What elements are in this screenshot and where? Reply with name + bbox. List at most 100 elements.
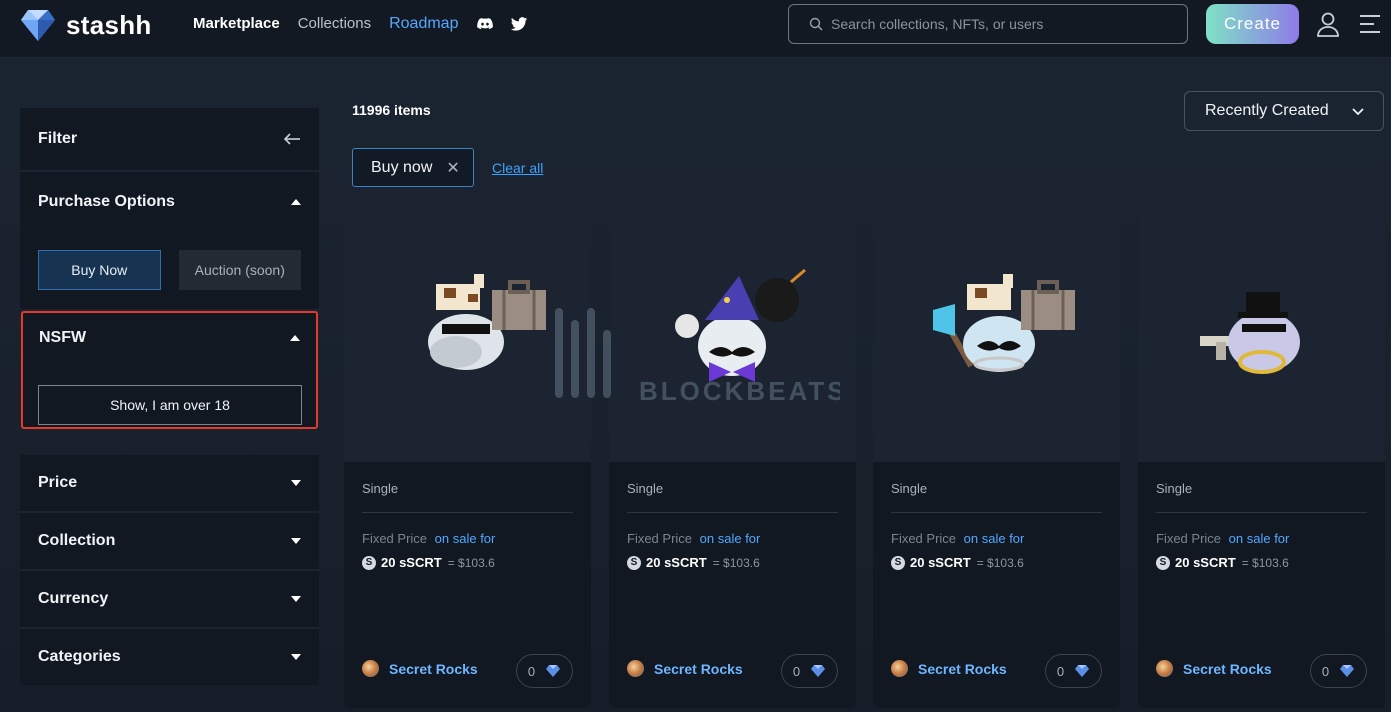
collection-link[interactable]: Secret Rocks — [627, 660, 743, 677]
nft-image[interactable] — [1138, 214, 1385, 462]
collection-avatar — [891, 660, 908, 677]
currency-toggle[interactable]: Currency — [20, 571, 319, 627]
price-toggle[interactable]: Price — [20, 455, 319, 511]
price-amount: 20 sSCRT — [1175, 555, 1236, 570]
price-usd: = $103.6 — [976, 555, 1024, 570]
price-amount: 20 sSCRT — [910, 555, 971, 570]
categories-section: Categories — [20, 629, 319, 685]
twitter-icon[interactable] — [510, 15, 528, 33]
diamond-like-icon — [1075, 665, 1090, 677]
currency-section: Currency — [20, 571, 319, 629]
nft-card[interactable]: Single Fixed Price on sale for S 20 sSCR… — [1138, 214, 1385, 708]
sort-dropdown[interactable]: Recently Created — [1184, 91, 1384, 131]
nft-card-body: Single Fixed Price on sale for S 20 sSCR… — [1156, 462, 1367, 570]
nft-card[interactable]: Single Fixed Price on sale for S 20 sSCR… — [609, 214, 856, 708]
logo[interactable]: stashh — [20, 8, 152, 42]
scrt-coin-icon: S — [891, 555, 905, 570]
collection-section: Collection — [20, 513, 319, 571]
collection-title: Collection — [38, 532, 116, 549]
price-line: Fixed Price on sale for — [627, 531, 838, 546]
purchase-options-body: Buy Now Auction (soon) — [20, 232, 319, 309]
categories-title: Categories — [38, 648, 121, 665]
show-nsfw-button[interactable]: Show, I am over 18 — [38, 385, 302, 425]
auction-option-button[interactable]: Auction (soon) — [178, 250, 301, 290]
price-line: Fixed Price on sale for — [1156, 531, 1367, 546]
sale-text: on sale for — [1228, 531, 1290, 546]
filter-sidebar: Filter Purchase Options Buy Now Auction … — [20, 108, 319, 685]
logo-text: stashh — [66, 9, 152, 40]
arrow-left-icon[interactable] — [283, 132, 301, 146]
scrt-coin-icon: S — [362, 555, 376, 570]
collection-toggle[interactable]: Collection — [20, 513, 319, 569]
collection-name: Secret Rocks — [389, 660, 478, 677]
sale-text: on sale for — [699, 531, 761, 546]
collection-avatar — [627, 660, 644, 677]
search-icon — [809, 17, 823, 31]
nft-image[interactable] — [344, 214, 591, 462]
price-amount: 20 sSCRT — [646, 555, 707, 570]
edition-label: Single — [1156, 481, 1193, 496]
nft-card[interactable]: Single Fixed Price on sale for S 20 sSCR… — [873, 214, 1120, 708]
like-button[interactable]: 0 — [516, 654, 573, 688]
like-button[interactable]: 0 — [1045, 654, 1102, 688]
items-count: 11996 items — [352, 102, 431, 118]
nft-image[interactable] — [873, 214, 1120, 462]
nav-roadmap[interactable]: Roadmap — [389, 15, 458, 33]
nsfw-title: NSFW — [39, 329, 87, 346]
close-icon[interactable]: ✕ — [446, 158, 459, 178]
divider — [1156, 512, 1367, 513]
collection-link[interactable]: Secret Rocks — [1156, 660, 1272, 677]
search-bar[interactable] — [788, 4, 1188, 44]
active-filter-chip: Buy now ✕ — [352, 148, 474, 187]
purchase-options-title: Purchase Options — [38, 193, 175, 210]
nav-marketplace[interactable]: Marketplace — [193, 15, 280, 33]
filter-header-row: Filter — [20, 108, 319, 170]
nsfw-toggle[interactable]: NSFW — [23, 313, 316, 359]
nav-collections[interactable]: Collections — [298, 15, 371, 33]
like-count: 0 — [792, 663, 801, 679]
scrt-coin-icon: S — [627, 555, 641, 570]
caret-down-icon — [291, 654, 301, 660]
diamond-logo-icon — [21, 10, 55, 41]
create-button[interactable]: Create — [1206, 4, 1299, 44]
collection-link[interactable]: Secret Rocks — [362, 660, 478, 677]
discord-icon[interactable] — [476, 15, 494, 33]
sale-text: on sale for — [963, 531, 1025, 546]
purchase-options-toggle[interactable]: Purchase Options — [20, 172, 319, 232]
price-type: Fixed Price — [1156, 531, 1222, 546]
edition-label: Single — [891, 481, 928, 496]
price-amount-row: S 20 sSCRT = $103.6 — [627, 555, 838, 570]
currency-title: Currency — [38, 590, 109, 607]
user-icon[interactable] — [1316, 11, 1340, 37]
price-line: Fixed Price on sale for — [891, 531, 1102, 546]
menu-icon[interactable] — [1358, 13, 1382, 35]
price-section: Price — [20, 455, 319, 513]
purchase-options-section: Purchase Options Buy Now Auction (soon) — [20, 172, 319, 309]
nft-card[interactable]: Single Fixed Price on sale for S 20 sSCR… — [344, 214, 591, 708]
collection-name: Secret Rocks — [654, 660, 743, 677]
collection-link[interactable]: Secret Rocks — [891, 660, 1007, 677]
price-amount-row: S 20 sSCRT = $103.6 — [362, 555, 573, 570]
divider — [891, 512, 1102, 513]
diamond-like-icon — [546, 665, 561, 677]
clear-all-link[interactable]: Clear all — [492, 160, 543, 176]
like-button[interactable]: 0 — [1310, 654, 1367, 688]
buy-now-option-button[interactable]: Buy Now — [38, 250, 161, 290]
caret-up-icon — [290, 335, 300, 341]
top-navbar: stashh Marketplace Collections Roadmap C… — [0, 0, 1391, 58]
price-amount: 20 sSCRT — [381, 555, 442, 570]
price-type: Fixed Price — [891, 531, 957, 546]
filter-panel-header: Filter — [20, 108, 319, 172]
main-nav: Marketplace Collections Roadmap — [193, 15, 544, 33]
search-input[interactable] — [831, 16, 1171, 32]
filter-title: Filter — [38, 130, 78, 147]
nft-image[interactable] — [609, 214, 856, 462]
nft-card-body: Single Fixed Price on sale for S 20 sSCR… — [891, 462, 1102, 570]
caret-down-icon — [291, 538, 301, 544]
price-type: Fixed Price — [627, 531, 693, 546]
like-button[interactable]: 0 — [781, 654, 838, 688]
price-usd: = $103.6 — [1241, 555, 1289, 570]
edition-label: Single — [627, 481, 664, 496]
categories-toggle[interactable]: Categories — [20, 629, 319, 685]
price-type: Fixed Price — [362, 531, 428, 546]
